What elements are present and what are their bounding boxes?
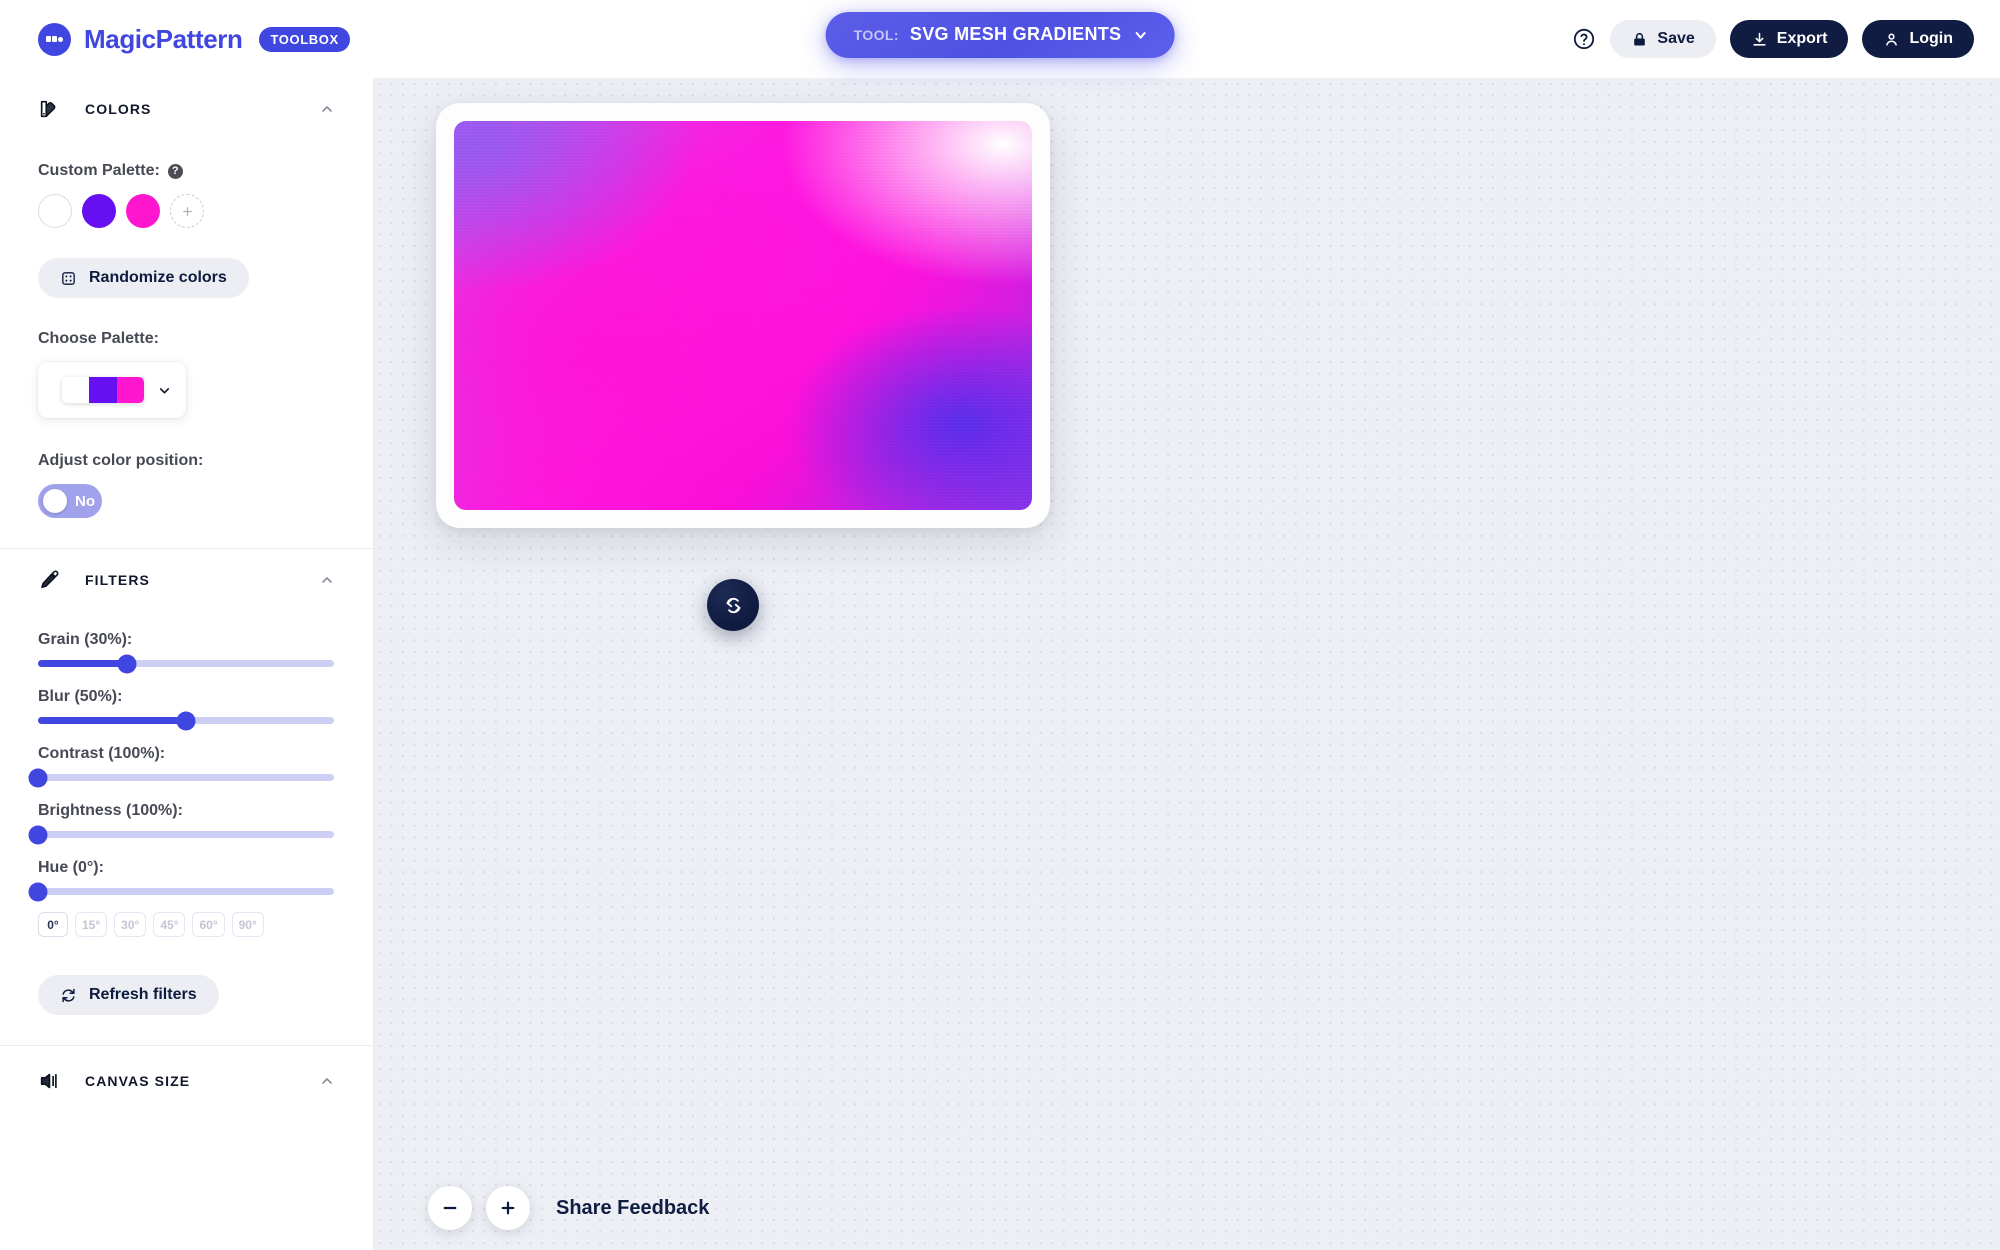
- custom-palette-text: Custom Palette:: [38, 162, 160, 179]
- tool-selector-wrap: TOOL: SVG MESH GRADIENTS: [825, 12, 1175, 58]
- custom-palette-label: Custom Palette: ?: [38, 162, 335, 180]
- hue-preset-60[interactable]: 60°: [192, 912, 225, 937]
- lock-icon: [1634, 32, 1646, 46]
- slider-track-brightness[interactable]: [28, 825, 334, 844]
- slider-track-contrast[interactable]: [28, 768, 334, 787]
- custom-palette-swatches: [38, 194, 335, 228]
- color-swatch-3[interactable]: [126, 194, 160, 228]
- slider-label-hue: Hue (0°):: [38, 859, 104, 876]
- filters-section-body: Grain (30%): Blur (50%): Contrast (100%): B…: [0, 611, 373, 1015]
- slider-track-hue[interactable]: [28, 882, 334, 901]
- slider-knob-grain[interactable]: [117, 654, 137, 673]
- slider-blur: Blur (50%):: [38, 688, 335, 730]
- section-title: FILTERS: [85, 572, 150, 588]
- login-button[interactable]: Login: [1862, 20, 1974, 58]
- refresh-filters-label: Refresh filters: [89, 986, 197, 1003]
- choose-palette-select[interactable]: [38, 362, 186, 418]
- randomize-colors-label: Randomize colors: [89, 269, 227, 286]
- adjust-color-position-toggle[interactable]: No: [38, 484, 102, 518]
- slider-label-blur: Blur (50%):: [38, 688, 123, 705]
- hue-preset-30[interactable]: 30°: [114, 912, 147, 937]
- palette-preview: [62, 377, 144, 403]
- dice-icon: [62, 271, 75, 285]
- canvas-bottom-bar: Share Feedback: [428, 1186, 709, 1230]
- tool-selector[interactable]: TOOL: SVG MESH GRADIENTS: [825, 12, 1175, 58]
- save-button[interactable]: Save: [1610, 20, 1716, 58]
- tool-selector-value: SVG MESH GRADIENTS: [909, 24, 1122, 44]
- zoom-in-button[interactable]: [486, 1186, 530, 1230]
- hue-preset-90[interactable]: 90°: [231, 912, 264, 937]
- slider-fill-grain: [38, 660, 127, 667]
- choose-palette-label: Choose Palette:: [38, 330, 159, 347]
- sidebar-section-colors[interactable]: COLORS: [0, 78, 373, 140]
- slider-label-brightness: Brightness (100%):: [38, 802, 183, 819]
- slider-label-contrast: Contrast (100%):: [38, 745, 166, 762]
- question-circle-icon[interactable]: [1572, 27, 1596, 51]
- mesh-gradient-preview[interactable]: [454, 121, 1032, 510]
- palette-icon: [40, 100, 56, 118]
- hue-preset-0[interactable]: 0°: [38, 912, 68, 937]
- slider-knob-hue[interactable]: [28, 882, 48, 901]
- eyedropper-icon: [41, 570, 59, 589]
- slider-track-blur[interactable]: [38, 711, 334, 730]
- hue-preset-row: 0° 15° 30° 45° 60° 90°: [38, 912, 335, 937]
- help-badge-icon[interactable]: ?: [167, 163, 183, 179]
- download-icon: [1753, 32, 1766, 46]
- slider-label-grain: Grain (30%):: [38, 631, 133, 648]
- login-button-label: Login: [1909, 30, 1953, 47]
- minus-icon: [443, 1206, 457, 1210]
- plus-icon: [182, 206, 192, 216]
- brand-name: MagicPattern: [84, 23, 243, 54]
- refresh-gradient-icon: [726, 597, 740, 613]
- share-feedback-link[interactable]: Share Feedback: [556, 1197, 709, 1220]
- chevron-up-icon[interactable]: [319, 1073, 335, 1089]
- toggle-knob: [43, 489, 67, 513]
- plus-icon: [501, 1201, 515, 1215]
- export-button-label: Export: [1776, 30, 1828, 47]
- slider-grain: Grain (30%):: [38, 631, 335, 673]
- save-button-label: Save: [1657, 30, 1695, 47]
- design-canvas[interactable]: Share Feedback: [374, 78, 2000, 1250]
- hue-preset-45[interactable]: 45°: [153, 912, 186, 937]
- color-swatch-2[interactable]: [82, 194, 116, 228]
- colors-section-body: Custom Palette: ? Randomize colors Choos…: [0, 140, 373, 518]
- slider-contrast: Contrast (100%):: [28, 745, 335, 787]
- tool-selector-prefix: TOOL:: [853, 26, 899, 43]
- slider-track-grain[interactable]: [38, 654, 334, 673]
- top-bar: MagicPattern TOOLBOX TOOL: SVG MESH GRAD…: [0, 0, 2000, 78]
- hue-preset-15[interactable]: 15°: [75, 912, 108, 937]
- canvas-size-icon: [40, 1073, 57, 1089]
- chevron-down-icon: [159, 387, 170, 393]
- user-icon: [1886, 33, 1898, 46]
- slider-knob-brightness[interactable]: [28, 825, 48, 844]
- sidebar-section-filters[interactable]: FILTERS: [0, 549, 373, 611]
- add-color-swatch-button[interactable]: [170, 194, 204, 228]
- toggle-value: No: [75, 492, 95, 510]
- chevron-down-icon: [1135, 31, 1146, 39]
- top-right-actions: Save Export Login: [1572, 0, 1974, 78]
- sidebar-section-canvas-size[interactable]: CANVAS SIZE: [0, 1046, 373, 1116]
- color-swatch-1[interactable]: [38, 194, 72, 228]
- zoom-out-button[interactable]: [428, 1186, 472, 1230]
- magicpattern-dots-logo-icon: [38, 22, 71, 56]
- refresh-icon: [62, 988, 75, 1002]
- randomize-colors-button[interactable]: Randomize colors: [38, 258, 249, 298]
- regenerate-gradient-button[interactable]: [707, 579, 759, 631]
- adjust-color-position-label: Adjust color position:: [38, 452, 204, 469]
- slider-brightness: Brightness (100%):: [28, 802, 335, 844]
- slider-fill-blur: [38, 717, 186, 724]
- brand-toolbox-badge: TOOLBOX: [259, 26, 350, 52]
- sidebar: COLORS Custom Palette: ? Randomize color…: [0, 78, 374, 1250]
- slider-knob-contrast[interactable]: [28, 768, 48, 787]
- section-title: COLORS: [85, 101, 152, 117]
- section-title: CANVAS SIZE: [85, 1073, 191, 1089]
- refresh-filters-button[interactable]: Refresh filters: [38, 975, 219, 1015]
- slider-hue: Hue (0°):: [28, 859, 335, 901]
- gradient-card[interactable]: [436, 103, 1050, 528]
- export-button[interactable]: Export: [1729, 20, 1849, 58]
- slider-knob-blur[interactable]: [176, 711, 196, 730]
- chevron-up-icon[interactable]: [319, 101, 335, 117]
- brand[interactable]: MagicPattern TOOLBOX: [38, 22, 350, 56]
- chevron-up-icon[interactable]: [319, 572, 335, 588]
